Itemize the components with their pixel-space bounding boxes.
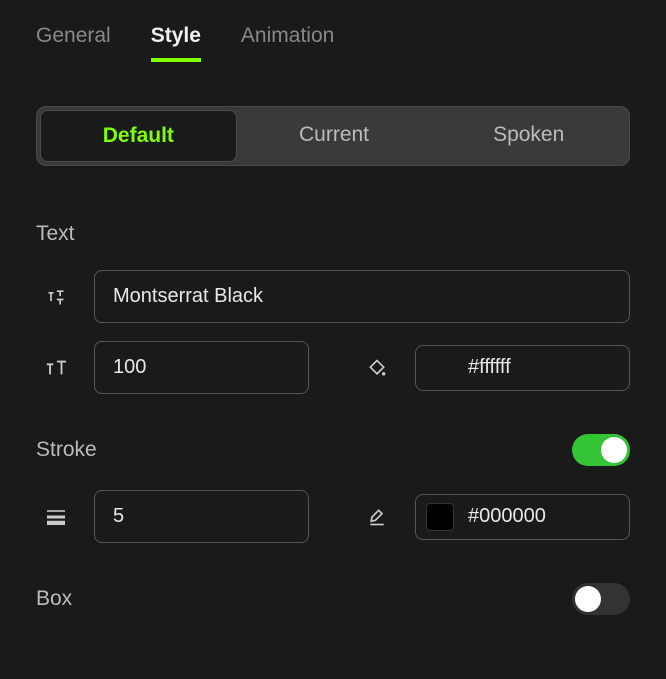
box-section: Box xyxy=(36,583,630,615)
tab-general[interactable]: General xyxy=(36,24,111,62)
toggle-knob xyxy=(601,437,627,463)
segment-current[interactable]: Current xyxy=(237,110,432,162)
tab-bar: General Style Animation xyxy=(36,24,630,62)
stroke-color-swatch xyxy=(426,503,454,531)
text-color-swatch xyxy=(426,354,454,382)
segment-spoken[interactable]: Spoken xyxy=(431,110,626,162)
tab-animation[interactable]: Animation xyxy=(241,24,334,62)
state-segmented-control: Default Current Spoken xyxy=(36,106,630,166)
text-color-value: #ffffff xyxy=(468,356,511,379)
fill-color-icon xyxy=(357,358,397,378)
stroke-width-icon xyxy=(36,509,76,525)
stroke-width-input[interactable] xyxy=(94,490,309,543)
segment-default[interactable]: Default xyxy=(40,110,237,162)
tab-style[interactable]: Style xyxy=(151,24,201,62)
font-icon xyxy=(36,287,76,307)
text-section: Text xyxy=(36,222,630,394)
stroke-color-field[interactable]: #000000 xyxy=(415,494,630,540)
text-size-input[interactable] xyxy=(94,341,309,394)
text-color-field[interactable]: #ffffff xyxy=(415,345,630,391)
box-toggle[interactable] xyxy=(572,583,630,615)
stroke-section-title: Stroke xyxy=(36,438,97,462)
box-section-title: Box xyxy=(36,587,72,611)
stroke-color-icon xyxy=(357,507,397,527)
font-input[interactable] xyxy=(94,270,630,323)
text-section-title: Text xyxy=(36,222,75,246)
text-size-icon xyxy=(36,359,76,377)
stroke-section: Stroke #00 xyxy=(36,434,630,543)
stroke-toggle[interactable] xyxy=(572,434,630,466)
stroke-color-value: #000000 xyxy=(468,505,546,528)
toggle-knob xyxy=(575,586,601,612)
